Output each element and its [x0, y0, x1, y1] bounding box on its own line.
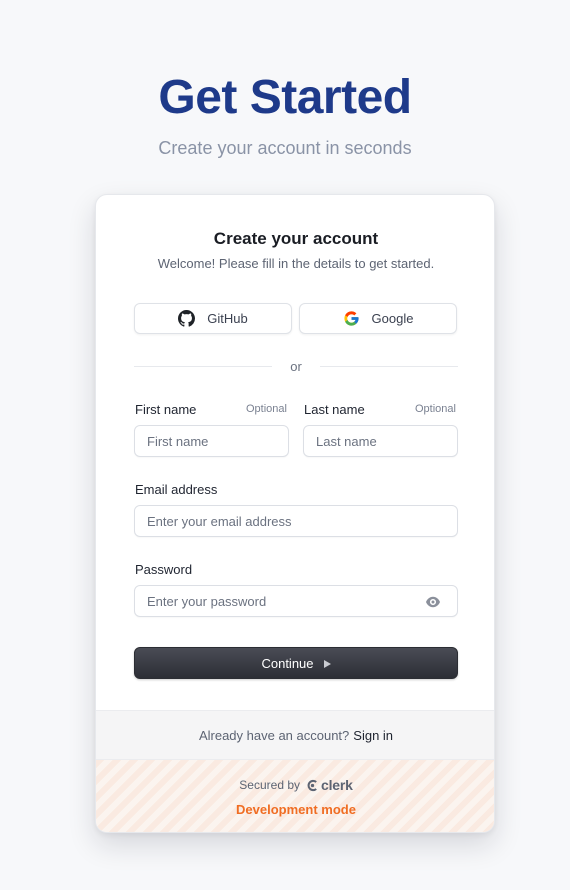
- page-subtitle: Create your account in seconds: [158, 138, 412, 158]
- last-name-label: Last name: [304, 402, 365, 417]
- card-subtitle: Welcome! Please fill in the details to g…: [157, 256, 435, 271]
- github-button-label: GitHub: [207, 311, 248, 326]
- email-label: Email address: [135, 482, 218, 497]
- password-field[interactable]: [134, 585, 458, 617]
- eye-icon[interactable]: [426, 595, 440, 608]
- signin-link[interactable]: Sign in: [353, 728, 393, 743]
- continue-button-label: Continue: [261, 655, 314, 671]
- clerk-logo[interactable]: clerk: [306, 777, 353, 793]
- email-field[interactable]: [134, 505, 458, 537]
- signin-footer: Already have an account? Sign in: [96, 710, 494, 760]
- signup-card: Create your account Welcome! Please fill…: [95, 194, 495, 833]
- divider-line-right: [320, 366, 458, 367]
- secured-by-text: Secured by: [239, 778, 300, 792]
- or-divider: or: [134, 359, 458, 375]
- google-button-label: Google: [371, 311, 414, 326]
- clerk-icon: [307, 779, 317, 791]
- dev-mode-label: Development mode: [236, 802, 356, 817]
- first-name-label: First name: [135, 402, 197, 417]
- first-name-field[interactable]: [134, 425, 289, 457]
- password-label: Password: [135, 562, 193, 577]
- clerk-brand: clerk: [321, 777, 353, 793]
- last-name-field[interactable]: [303, 425, 458, 457]
- github-icon: [178, 310, 196, 327]
- github-button[interactable]: GitHub: [134, 303, 292, 334]
- signin-prompt: Already have an account?: [198, 727, 350, 743]
- caret-right-icon: [323, 656, 331, 671]
- secured-by: Secured by clerk: [96, 777, 494, 793]
- signup-card-body: Create your account Welcome! Please fill…: [96, 195, 494, 710]
- last-name-optional: Optional: [415, 403, 456, 415]
- card-title: Create your account: [213, 229, 379, 248]
- continue-button[interactable]: Continue: [134, 647, 458, 679]
- dev-footer: Secured by clerk Development mode: [96, 760, 494, 832]
- google-button[interactable]: Google: [299, 303, 457, 334]
- first-name-optional: Optional: [246, 403, 287, 415]
- page-title: Get Started: [158, 71, 412, 124]
- google-icon: [343, 310, 360, 327]
